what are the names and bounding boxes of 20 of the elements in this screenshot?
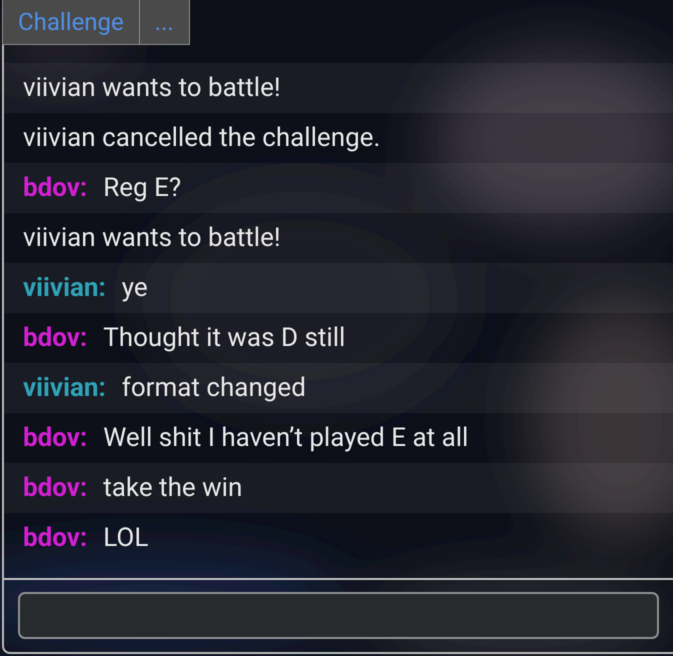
message-text: Reg E?: [103, 173, 182, 203]
chat-input[interactable]: [18, 592, 659, 639]
username: viivian:: [23, 373, 106, 403]
message-text: Thought it was D still: [103, 323, 346, 353]
message-text: Well shit I haven’t played E at all: [103, 423, 468, 453]
message-text: ye: [122, 273, 148, 303]
username: bdov:: [23, 473, 88, 503]
username: bdov:: [23, 323, 88, 353]
message-text: LOL: [103, 523, 148, 553]
tab[interactable]: Challenge: [2, 0, 140, 45]
username: viivian:: [23, 273, 106, 303]
message-text: take the win: [103, 473, 242, 503]
tab[interactable]: ...: [138, 0, 190, 45]
message-text: viivian wants to battle!: [23, 223, 281, 253]
username: bdov:: [23, 423, 88, 453]
username: bdov:: [23, 173, 88, 203]
message-text: viivian wants to battle!: [23, 73, 281, 103]
username: bdov:: [23, 523, 88, 553]
message-text: viivian cancelled the challenge.: [23, 123, 380, 153]
message-text: format changed: [122, 373, 306, 403]
